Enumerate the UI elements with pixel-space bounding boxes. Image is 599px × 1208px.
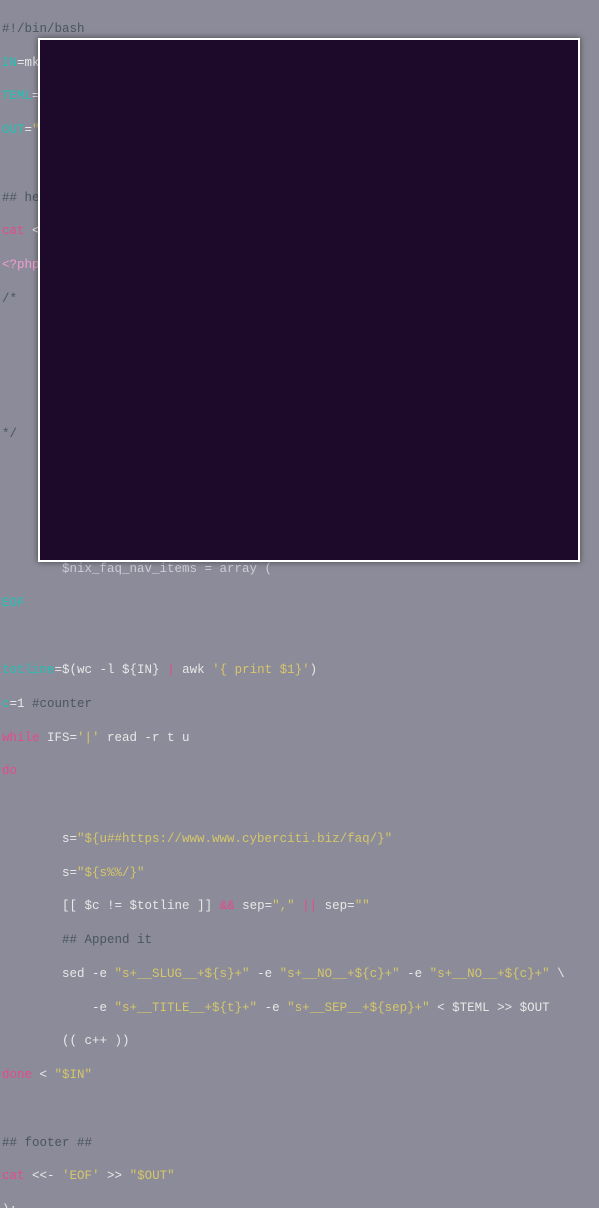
blank-line xyxy=(2,1101,599,1118)
code-token: $( xyxy=(62,663,77,677)
code-token: "s+__TITLE__+${t}+" xyxy=(115,1001,258,1015)
code-token: s xyxy=(2,866,70,880)
code-token: cat xyxy=(2,224,32,238)
code-token: -e xyxy=(257,1001,287,1015)
code-token: wc -l ${IN} xyxy=(77,663,167,677)
code-comment: ## footer ## xyxy=(2,1136,92,1150)
code-token: "" xyxy=(355,899,370,913)
code-token: || xyxy=(295,899,325,913)
code-token: TEML xyxy=(2,89,32,103)
code-token: $nix_faq_nav_items = array ( xyxy=(2,562,272,576)
code-token: -e xyxy=(400,967,430,981)
code-token: EOF xyxy=(2,596,25,610)
code-token: #!/bin/bash xyxy=(2,22,85,36)
blank-line xyxy=(2,392,599,409)
code-token: -e xyxy=(250,967,280,981)
code-token: "s+__SLUG__+${s}+" xyxy=(115,967,250,981)
code-token: && xyxy=(220,899,235,913)
code-token: c xyxy=(2,697,10,711)
code-token: = xyxy=(70,832,78,846)
code-token: sep xyxy=(235,899,265,913)
code-token: =mk.releated.faq.template xyxy=(32,89,220,103)
code-token: = xyxy=(10,697,18,711)
code-token: = xyxy=(347,899,355,913)
code-token: OUT xyxy=(2,123,25,137)
code-token: = xyxy=(25,123,33,137)
code-token: sep xyxy=(325,899,348,913)
code-token: */ xyxy=(2,427,17,441)
code-token: [[ xyxy=(2,899,85,913)
code-token: = xyxy=(70,866,78,880)
code-token: (( c++ )) xyxy=(2,1034,130,1048)
code-token: = xyxy=(265,899,273,913)
code-token: >> xyxy=(100,1169,130,1183)
code-token: 'EOF' xyxy=(62,224,100,238)
code-token: = xyxy=(55,663,63,677)
code-token: $OUT xyxy=(520,1001,550,1015)
code-token: IN xyxy=(2,56,17,70)
code-token: "$OUT" xyxy=(130,1169,175,1183)
code-token: s xyxy=(2,832,70,846)
code-editor[interactable]: #!/bin/bash IN=mk.releated.faq.txt TEML=… xyxy=(0,0,599,604)
code-token: "s+__NO__+${c}+" xyxy=(430,967,550,981)
code-token: ) xyxy=(310,663,318,677)
code-token: $totline xyxy=(130,899,190,913)
code-token: "s+__NO__+${c}+" xyxy=(280,967,400,981)
code-token: <?php xyxy=(2,258,40,272)
code-token: -e xyxy=(2,1001,115,1015)
blank-line xyxy=(2,628,599,645)
code-token: awk xyxy=(175,663,213,677)
code-token: | xyxy=(167,663,175,677)
code-token: != xyxy=(100,899,130,913)
code-token: cat xyxy=(2,1169,32,1183)
code-token: "${u##https://www.www.cyberciti.biz/faq/… xyxy=(77,832,392,846)
code-token: sed -e xyxy=(2,967,115,981)
code-token: done xyxy=(2,1068,40,1082)
code-token: lib/toc/faq/.php xyxy=(2,359,182,373)
code-token: > xyxy=(100,224,123,238)
code-token: '|' xyxy=(77,731,100,745)
code-comment: ## Append it xyxy=(2,933,152,947)
code-comment: ## header overwrite file ## xyxy=(2,191,205,205)
code-token: "/tmp/mk.releated.faq.$$" xyxy=(32,123,220,137)
code-token: $nix_faq_base_url = "https://www.cyberci… xyxy=(2,494,460,508)
code-token: '{ print $1}' xyxy=(212,663,310,677)
code-token: #counter xyxy=(32,697,92,711)
code-token: do xyxy=(2,764,17,778)
code-token: ); xyxy=(2,1203,17,1208)
code-token: $c xyxy=(85,899,100,913)
code-token: while xyxy=(2,731,40,745)
code-token: =mk.releated.faq.txt xyxy=(17,56,167,70)
code-token: IFS= xyxy=(40,731,78,745)
code-token: >> xyxy=(490,1001,520,1015)
blank-line xyxy=(2,325,599,342)
code-token: < xyxy=(40,1068,55,1082)
code-token: \ xyxy=(550,967,565,981)
code-token: < xyxy=(430,1001,453,1015)
code-token: ]] xyxy=(190,899,220,913)
code-token: "," xyxy=(272,899,295,913)
blank-line xyxy=(2,797,599,814)
code-token: "${s%%/}" xyxy=(77,866,145,880)
code-token: read -r t u xyxy=(100,731,190,745)
code-token: 'EOF' xyxy=(62,1169,100,1183)
code-token: "$IN" xyxy=(55,1068,93,1082)
code-token: /* xyxy=(2,292,17,306)
blank-line xyxy=(2,460,599,477)
code-token: "$OUT" xyxy=(122,224,167,238)
blank-line xyxy=(2,156,599,173)
code-token: "s+__SEP__+${sep}+" xyxy=(287,1001,430,1015)
code-token: <<- xyxy=(32,224,62,238)
code-token: totline xyxy=(2,663,55,677)
code-token: <<- xyxy=(32,1169,62,1183)
code-token: $nix_faq_base_url_series_title = " Tutor… xyxy=(2,528,400,542)
code-token: $TEML xyxy=(452,1001,490,1015)
code-token: 1 xyxy=(17,697,32,711)
